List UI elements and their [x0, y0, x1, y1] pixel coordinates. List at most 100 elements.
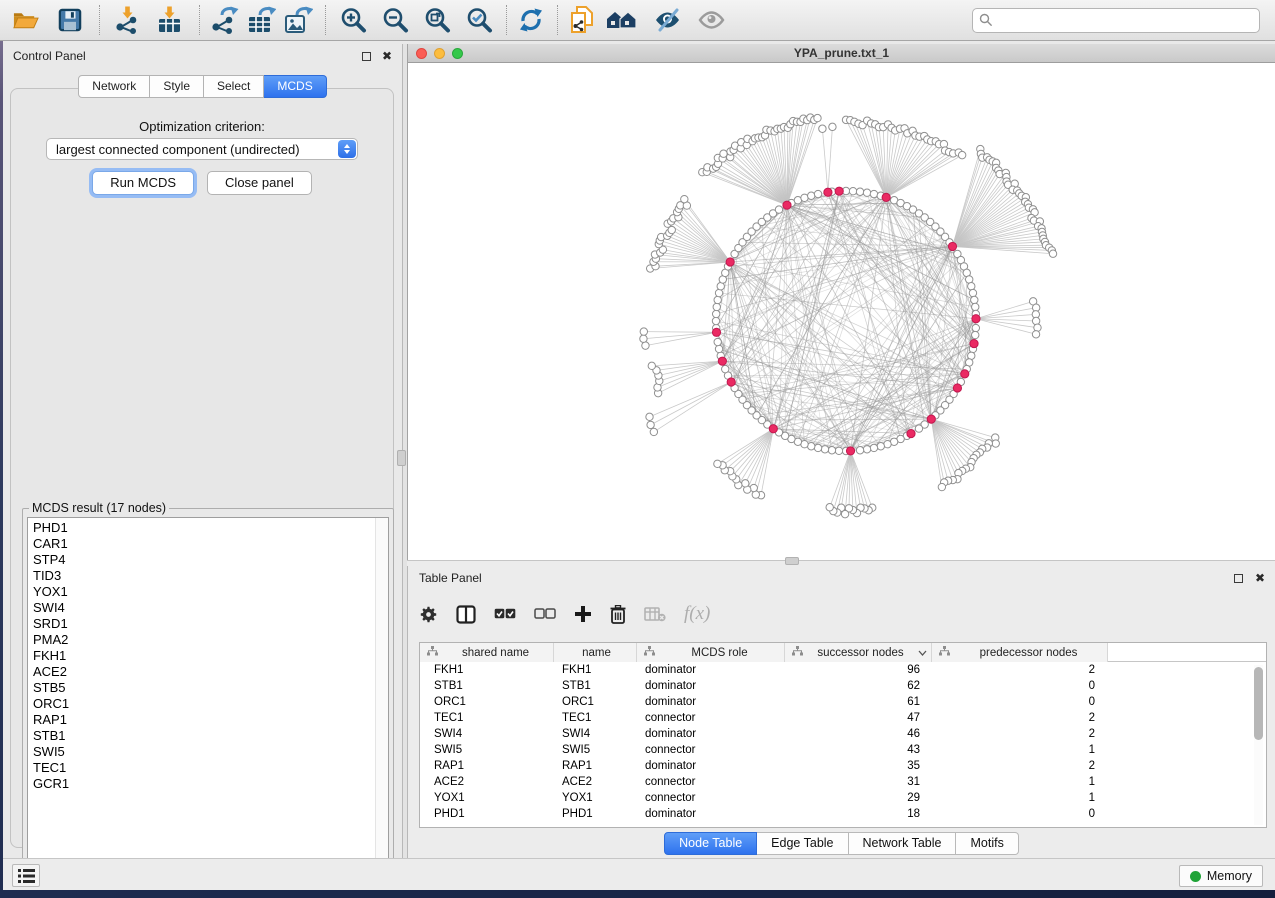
cell-successor-nodes[interactable]: 29	[785, 790, 932, 806]
mcds-hub-node[interactable]	[835, 187, 843, 195]
close-icon[interactable]: ✖	[1255, 574, 1265, 583]
export-image-icon[interactable]	[283, 5, 313, 35]
list-item[interactable]: YOX1	[33, 584, 388, 600]
network-node[interactable]	[814, 190, 821, 197]
leaf-node[interactable]	[938, 483, 945, 490]
cell-successor-nodes[interactable]: 46	[785, 726, 932, 742]
cell-successor-nodes[interactable]: 18	[785, 806, 932, 822]
network-node[interactable]	[849, 187, 856, 194]
network-node[interactable]	[722, 365, 729, 372]
network-node[interactable]	[968, 283, 975, 290]
cell-MCDS-role[interactable]: connector	[637, 742, 785, 758]
add-icon[interactable]	[574, 605, 592, 623]
network-node[interactable]	[808, 192, 815, 199]
import-table-icon[interactable]	[156, 5, 184, 35]
cell-name[interactable]: TEC1	[554, 710, 637, 726]
list-item[interactable]: RAP1	[33, 712, 388, 728]
network-node[interactable]	[714, 338, 721, 345]
zoom-in-icon[interactable]	[339, 5, 367, 35]
cell-successor-nodes[interactable]: 61	[785, 694, 932, 710]
list-item[interactable]: STB5	[33, 680, 388, 696]
network-node[interactable]	[775, 206, 782, 213]
cell-predecessor-nodes[interactable]: 2	[932, 710, 1108, 726]
network-node[interactable]	[856, 447, 863, 454]
list-item[interactable]: TID3	[33, 568, 388, 584]
leaf-node[interactable]	[640, 328, 647, 335]
tab-edge-table[interactable]: Edge Table	[757, 832, 848, 855]
zoom-window-icon[interactable]	[452, 48, 463, 59]
cell-shared-name[interactable]: ORC1	[420, 694, 554, 710]
cell-name[interactable]: ACE2	[554, 774, 637, 790]
table-row[interactable]: RAP1RAP1dominator352	[420, 758, 1266, 774]
mcds-hub-node[interactable]	[948, 242, 956, 250]
cell-MCDS-role[interactable]: dominator	[637, 806, 785, 822]
leaf-node[interactable]	[646, 413, 653, 420]
network-node[interactable]	[969, 289, 976, 296]
task-history-button[interactable]	[12, 864, 40, 887]
cell-predecessor-nodes[interactable]: 1	[932, 774, 1108, 790]
float-window-icon[interactable]	[362, 52, 371, 61]
cell-name[interactable]: FKH1	[554, 662, 637, 678]
leaf-node[interactable]	[826, 504, 833, 511]
list-scrollbar[interactable]	[375, 518, 388, 876]
mcds-hub-node[interactable]	[953, 384, 961, 392]
splitter-handle[interactable]	[785, 557, 799, 565]
cell-shared-name[interactable]: STB1	[420, 678, 554, 694]
list-item[interactable]: ORC1	[33, 696, 388, 712]
list-item[interactable]: TEC1	[33, 760, 388, 776]
list-item[interactable]: SRD1	[33, 616, 388, 632]
network-node[interactable]	[870, 444, 877, 451]
leaf-node[interactable]	[992, 440, 999, 447]
table-row[interactable]: ACE2ACE2connector311	[420, 774, 1266, 790]
optimization-criterion-select[interactable]: largest connected component (undirected)	[46, 138, 358, 160]
cell-name[interactable]: RAP1	[554, 758, 637, 774]
network-node[interactable]	[972, 331, 979, 338]
mcds-hub-node[interactable]	[824, 188, 832, 196]
cell-shared-name[interactable]: SWI5	[420, 742, 554, 758]
leaf-node[interactable]	[742, 480, 749, 487]
cell-name[interactable]: SWI5	[554, 742, 637, 758]
deselect-all-checkboxes-icon[interactable]	[534, 608, 556, 621]
cell-MCDS-role[interactable]: dominator	[637, 678, 785, 694]
table-row[interactable]: FKH1FKH1dominator962	[420, 662, 1266, 678]
network-node[interactable]	[856, 188, 863, 195]
mcds-hub-node[interactable]	[972, 315, 980, 323]
mcds-hub-node[interactable]	[718, 357, 726, 365]
cell-successor-nodes[interactable]: 31	[785, 774, 932, 790]
list-item[interactable]: PHD1	[33, 520, 388, 536]
mcds-hub-node[interactable]	[927, 415, 935, 423]
network-window-titlebar[interactable]: YPA_prune.txt_1	[408, 44, 1275, 63]
network-node[interactable]	[870, 190, 877, 197]
cell-name[interactable]: STB1	[554, 678, 637, 694]
tab-style[interactable]: Style	[150, 75, 204, 98]
memory-button[interactable]: Memory	[1179, 865, 1263, 887]
leaf-node[interactable]	[642, 342, 649, 349]
tab-motifs[interactable]: Motifs	[956, 832, 1018, 855]
cell-predecessor-nodes[interactable]: 0	[932, 678, 1108, 694]
mcds-hub-node[interactable]	[783, 201, 791, 209]
cell-predecessor-nodes[interactable]: 0	[932, 806, 1108, 822]
table-row[interactable]: SWI4SWI4dominator462	[420, 726, 1266, 742]
refresh-icon[interactable]	[518, 5, 544, 35]
export-table-icon[interactable]	[246, 5, 276, 35]
list-item[interactable]: SWI4	[33, 600, 388, 616]
splitter-handle[interactable]	[397, 450, 406, 466]
leaf-node[interactable]	[647, 421, 654, 428]
export-network-icon[interactable]	[209, 5, 239, 35]
table-row[interactable]: TEC1TEC1connector472	[420, 710, 1266, 726]
column-header-successor-nodes[interactable]: successor nodes	[785, 643, 932, 662]
cell-name[interactable]: YOX1	[554, 790, 637, 806]
list-item[interactable]: STP4	[33, 552, 388, 568]
mcds-hub-node[interactable]	[769, 425, 777, 433]
column-header-MCDS-role[interactable]: MCDS role	[637, 643, 785, 662]
close-icon[interactable]: ✖	[382, 52, 392, 61]
cell-MCDS-role[interactable]: connector	[637, 710, 785, 726]
mcds-hub-node[interactable]	[726, 258, 734, 266]
select-all-checkboxes-icon[interactable]	[494, 608, 516, 621]
table-scrollbar[interactable]	[1254, 665, 1263, 825]
cell-predecessor-nodes[interactable]: 2	[932, 726, 1108, 742]
cell-predecessor-nodes[interactable]: 0	[932, 694, 1108, 710]
mcds-hub-node[interactable]	[727, 378, 735, 386]
cell-shared-name[interactable]: YOX1	[420, 790, 554, 806]
zoom-out-icon[interactable]	[381, 5, 409, 35]
